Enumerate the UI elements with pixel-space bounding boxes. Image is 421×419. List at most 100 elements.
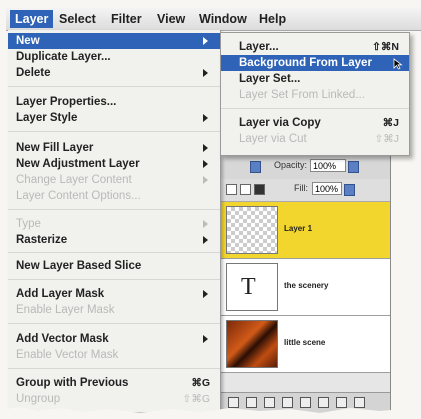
menu-item-add-layer-mask[interactable]: Add Layer Mask xyxy=(8,286,220,302)
menu-item-label: Delete xyxy=(16,67,51,79)
shortcut-label: ⌘J xyxy=(382,117,399,129)
text-layer-icon: T xyxy=(241,274,256,300)
blend-mode-popup-icon[interactable] xyxy=(250,161,261,173)
menu-item-label: Group with Previous xyxy=(16,377,129,389)
fill-field[interactable]: 100% xyxy=(312,182,342,195)
layer-row[interactable]: Layer 1 xyxy=(220,202,390,259)
menu-item-label: Layer via Copy xyxy=(239,117,321,129)
menu-item-label: Change Layer Content xyxy=(16,174,132,186)
menu-item-label: Duplicate Layer... xyxy=(16,51,111,63)
menu-item-enable-vector-mask[interactable]: Enable Vector Mask xyxy=(8,347,220,363)
menu-item-enable-layer-mask[interactable]: Enable Layer Mask xyxy=(8,302,220,318)
lock-pixels-checkbox[interactable] xyxy=(240,184,251,195)
menu-item-label: Layer Set... xyxy=(239,73,301,85)
layer-row[interactable]: little scene xyxy=(220,316,390,373)
submenu-arrow-icon xyxy=(203,37,208,45)
screenshot: Layer Select Filter View Window Help Opa… xyxy=(0,0,421,419)
menu-item-new-adjustment-layer[interactable]: New Adjustment Layer xyxy=(8,156,220,172)
menu-help[interactable]: Help xyxy=(254,10,291,28)
submenu-item-background-from-layer[interactable]: Background From Layer xyxy=(221,55,409,71)
text-layer-thumbnail: T xyxy=(226,263,278,311)
menu-separator xyxy=(8,252,220,253)
submenu-item-layer-via-copy[interactable]: Layer via Copy ⌘J xyxy=(221,115,409,131)
palette-options-bar: Opacity: 100% xyxy=(220,155,390,180)
shortcut-label: ⌘G xyxy=(191,377,210,389)
lock-transparency-checkbox[interactable] xyxy=(226,184,237,195)
menu-item-rasterize[interactable]: Rasterize xyxy=(8,232,220,248)
palette-lock-bar: Fill: 100% xyxy=(220,179,390,202)
submenu-arrow-icon xyxy=(203,144,208,152)
fill-popup-icon[interactable] xyxy=(344,184,355,196)
submenu-arrow-icon xyxy=(203,69,208,77)
layer-row[interactable]: T the scenery xyxy=(220,259,390,316)
layer-thumbnail xyxy=(226,320,278,368)
opacity-popup-icon[interactable] xyxy=(348,161,359,173)
menu-item-layer-content-options[interactable]: Layer Content Options... xyxy=(8,188,220,204)
submenu-arrow-icon xyxy=(203,160,208,168)
menu-separator xyxy=(8,209,220,210)
menu-separator xyxy=(221,108,409,109)
submenu-arrow-icon xyxy=(203,220,208,228)
menu-item-new-fill-layer[interactable]: New Fill Layer xyxy=(8,140,220,156)
menu-separator xyxy=(8,86,220,87)
fill-label: Fill: xyxy=(294,183,308,193)
shortcut-label: ⇧⌘N xyxy=(372,41,399,53)
menubar: Layer Select Filter View Window Help xyxy=(6,8,421,31)
menu-item-change-layer-content[interactable]: Change Layer Content xyxy=(8,172,220,188)
menu-window[interactable]: Window xyxy=(194,10,252,28)
menu-item-label: Layer Properties... xyxy=(16,96,117,108)
layer-name: the scenery xyxy=(284,281,329,290)
menu-item-new[interactable]: New xyxy=(8,33,220,49)
menu-separator xyxy=(8,368,220,369)
submenu-arrow-icon xyxy=(203,236,208,244)
opacity-label: Opacity: xyxy=(274,160,308,170)
menu-layer[interactable]: Layer xyxy=(10,10,54,28)
menu-item-label: Layer Style xyxy=(16,112,78,124)
menu-filter[interactable]: Filter xyxy=(106,10,147,28)
menu-item-label: Layer Content Options... xyxy=(16,190,141,202)
layer-thumbnail xyxy=(226,206,278,254)
layer-name: little scene xyxy=(284,338,326,347)
menu-select[interactable]: Select xyxy=(54,10,101,28)
mouse-cursor-icon xyxy=(393,58,403,70)
menu-item-label: New Adjustment Layer xyxy=(16,158,140,170)
layer-name: Layer 1 xyxy=(284,224,313,233)
submenu-arrow-icon xyxy=(203,335,208,343)
menu-item-label: Layer... xyxy=(239,41,279,53)
menu-item-duplicate-layer[interactable]: Duplicate Layer... xyxy=(8,49,220,65)
menu-item-label: Enable Vector Mask xyxy=(16,349,119,361)
submenu-arrow-icon xyxy=(203,176,208,184)
menu-separator xyxy=(8,131,220,132)
torn-page-edge xyxy=(0,407,421,419)
menu-item-group-with-previous[interactable]: Group with Previous ⌘G xyxy=(8,375,220,391)
menu-item-label: Background From Layer xyxy=(239,57,372,69)
menu-item-add-vector-mask[interactable]: Add Vector Mask xyxy=(8,331,220,347)
submenu-item-layer[interactable]: Layer... ⇧⌘N xyxy=(221,39,409,55)
menu-item-type[interactable]: Type xyxy=(8,216,220,232)
menu-item-label: Rasterize xyxy=(16,234,68,246)
submenu-item-layer-set-from-linked[interactable]: Layer Set From Linked... xyxy=(221,87,409,103)
lock-position-icon[interactable] xyxy=(254,184,265,195)
menu-view[interactable]: View xyxy=(152,10,190,28)
menu-item-layer-style[interactable]: Layer Style xyxy=(8,110,220,126)
menu-item-label: New Layer Based Slice xyxy=(16,260,142,272)
menu-item-label: Enable Layer Mask xyxy=(16,304,115,316)
menu-item-label: Type xyxy=(16,218,41,230)
menu-item-label: New Fill Layer xyxy=(16,142,94,154)
opacity-field[interactable]: 100% xyxy=(310,159,346,172)
menu-item-label: New xyxy=(16,35,40,47)
menu-separator xyxy=(8,323,220,324)
menu-item-label: Add Vector Mask xyxy=(16,333,109,345)
submenu-item-layer-set[interactable]: Layer Set... xyxy=(221,71,409,87)
submenu-arrow-icon xyxy=(203,290,208,298)
shortcut-label: ⇧⌘J xyxy=(374,133,399,145)
submenu-arrow-icon xyxy=(203,114,208,122)
menu-item-label: Layer via Cut xyxy=(239,133,307,145)
submenu-item-layer-via-cut[interactable]: Layer via Cut ⇧⌘J xyxy=(221,131,409,147)
menu-separator xyxy=(8,279,220,280)
menu-item-delete[interactable]: Delete xyxy=(8,65,220,81)
menu-item-layer-properties[interactable]: Layer Properties... xyxy=(8,94,220,110)
menu-item-new-layer-based-slice[interactable]: New Layer Based Slice xyxy=(8,258,220,274)
layer-menu: New Duplicate Layer... Delete Layer Prop… xyxy=(8,30,221,412)
new-submenu: Layer... ⇧⌘N Background From Layer Layer… xyxy=(220,32,410,156)
